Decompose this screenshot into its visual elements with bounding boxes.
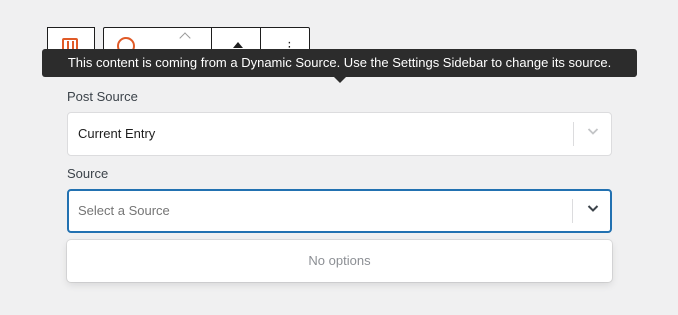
dynamic-source-tooltip: This content is coming from a Dynamic So… <box>42 49 637 77</box>
select-divider <box>573 122 574 146</box>
source-placeholder[interactable]: Select a Source <box>78 191 170 231</box>
post-source-value: Current Entry <box>78 126 156 141</box>
select-divider <box>572 199 573 223</box>
post-source-select[interactable]: Current Entry <box>67 112 612 156</box>
chevron-down-icon[interactable] <box>587 125 599 137</box>
no-options-message: No options <box>308 253 371 268</box>
source-select[interactable]: Select a Source <box>67 189 612 233</box>
post-source-label: Post Source <box>67 89 138 104</box>
chevron-down-icon[interactable] <box>587 202 599 214</box>
source-label: Source <box>67 166 109 181</box>
source-dropdown-menu: No options <box>67 240 612 282</box>
arrow-up-icon[interactable] <box>233 42 243 48</box>
tooltip-arrow <box>334 77 346 83</box>
